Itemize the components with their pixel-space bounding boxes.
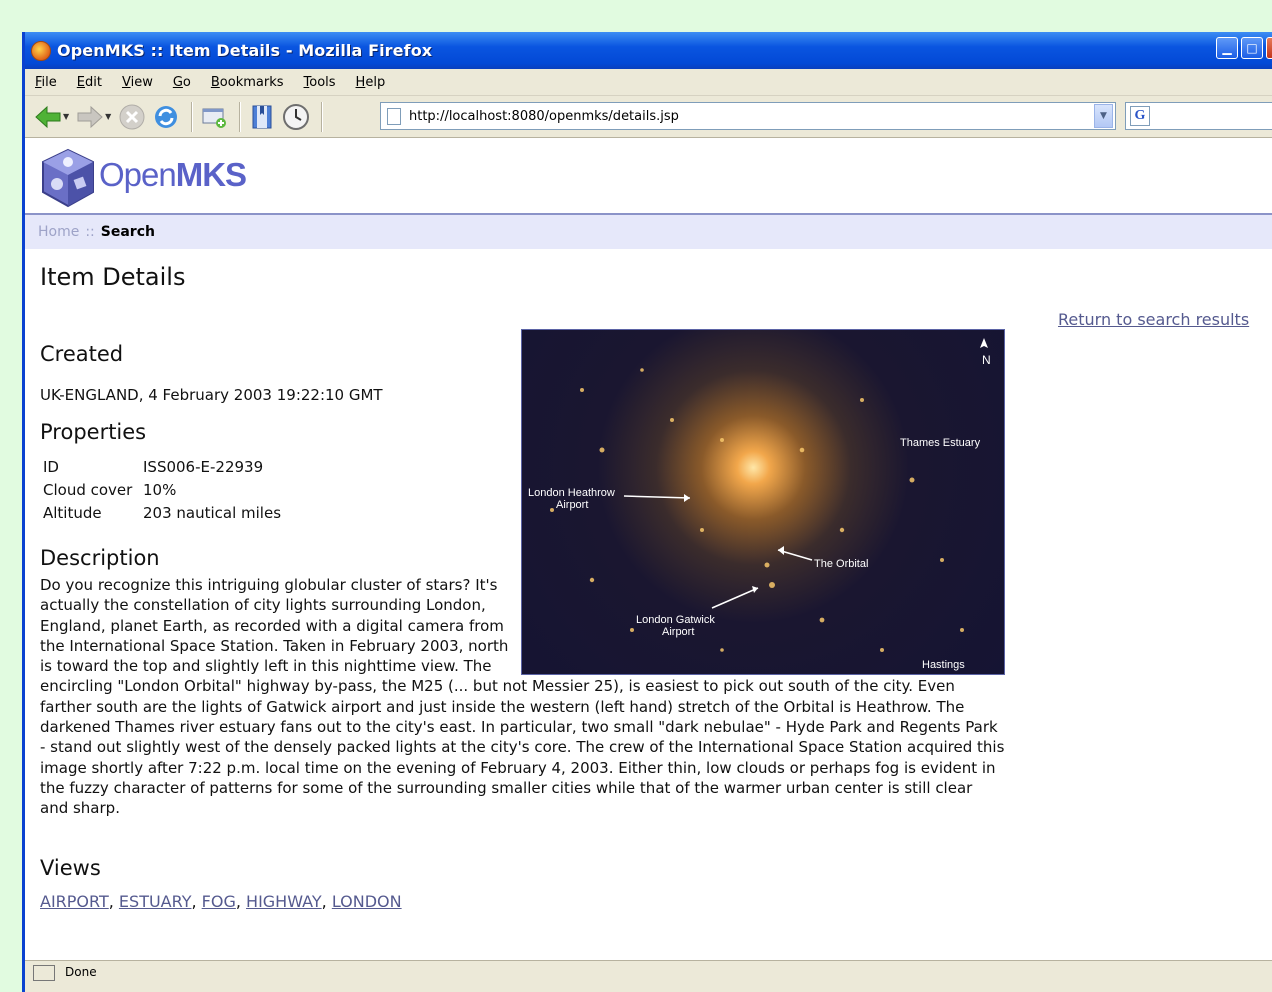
menu-tools[interactable]: Tools <box>304 75 336 90</box>
menu-bar: File Edit View Go Bookmarks Tools Help <box>25 69 1272 96</box>
photo-arrow <box>623 495 691 499</box>
back-button[interactable] <box>33 102 63 132</box>
photo-arrow-head <box>778 546 784 555</box>
london-night-photo: N Thames Estuary London Heathrow Airport… <box>521 329 1005 675</box>
site-logo[interactable]: OpenMKS <box>99 156 247 194</box>
minimize-button[interactable]: ▁ <box>1216 37 1238 59</box>
menu-file[interactable]: File <box>35 75 57 90</box>
table-row: Altitude 203 nautical miles <box>41 503 283 526</box>
photo-label-estuary: Thames Estuary <box>900 437 981 449</box>
description-block: N Thames Estuary London Heathrow Airport… <box>40 329 1005 819</box>
openmks-cube-logo-icon <box>42 148 94 208</box>
site-header: OpenMKS <box>25 138 1272 215</box>
toolbar-separator <box>321 101 324 132</box>
table-row: Cloud cover 10% <box>41 480 283 503</box>
forward-arrow-icon <box>77 105 103 128</box>
property-value: ISS006-E-22939 <box>143 458 264 476</box>
properties-table: ID ISS006-E-22939 Cloud cover 10% Altitude… <box>41 457 283 526</box>
google-search-icon[interactable]: G <box>1130 106 1150 126</box>
browser-window: OpenMKS :: Item Details - Mozilla Firefo… <box>22 32 1272 992</box>
view-link-highway[interactable]: HIGHWAY <box>246 892 322 911</box>
close-button[interactable]: ✕ <box>1266 37 1272 59</box>
property-key: Altitude <box>43 504 102 522</box>
new-window-icon <box>202 108 227 128</box>
created-value: UK-ENGLAND, 4 February 2003 19:22:10 GMT <box>40 386 383 404</box>
page-title: Item Details <box>40 263 186 291</box>
property-value: 203 nautical miles <box>143 504 282 522</box>
history-clock-icon <box>283 103 310 130</box>
window-controls: ▁ □ ✕ <box>1216 37 1272 59</box>
photo-label-north: N <box>982 353 991 367</box>
breadcrumb: Home :: Search <box>25 215 1272 249</box>
photo-arrow-head <box>684 494 690 502</box>
forward-button[interactable] <box>75 102 105 132</box>
property-value: 10% <box>143 481 177 499</box>
photo-label-hastings: Hastings <box>922 659 965 671</box>
back-arrow-icon <box>35 105 61 128</box>
url-input[interactable]: http://localhost:8080/openmks/details.js… <box>409 109 1094 124</box>
property-key: ID <box>43 458 59 476</box>
property-key: Cloud cover <box>43 481 133 499</box>
return-to-results-link[interactable]: Return to search results <box>1058 310 1249 329</box>
firefox-icon <box>31 40 51 61</box>
menu-bookmarks[interactable]: Bookmarks <box>211 75 284 90</box>
bookmarks-button[interactable] <box>247 102 277 132</box>
new-tab-button[interactable] <box>199 102 229 132</box>
page-icon <box>387 107 401 125</box>
title-bar[interactable]: OpenMKS :: Item Details - Mozilla Firefo… <box>25 32 1272 69</box>
menu-edit[interactable]: Edit <box>77 75 102 90</box>
photo-label-heathrow-2: Airport <box>556 499 588 511</box>
photo-label-orbital: The Orbital <box>814 558 868 570</box>
photo-label-gatwick-1: London Gatwick <box>636 614 715 626</box>
photo-label-heathrow-1: London Heathrow <box>528 487 615 499</box>
views-list: AIRPORT, ESTUARY, FOG, HIGHWAY, LONDON <box>40 892 402 911</box>
bookmarks-icon <box>252 105 272 128</box>
properties-heading: Properties <box>40 420 147 444</box>
view-link-estuary[interactable]: ESTUARY <box>119 892 192 911</box>
description-heading: Description <box>40 546 160 570</box>
photo-arrow <box>711 587 759 609</box>
search-box[interactable]: G <box>1125 102 1272 130</box>
view-link-london[interactable]: LONDON <box>332 892 402 911</box>
menu-help[interactable]: Help <box>356 75 386 90</box>
north-arrow-icon <box>980 338 988 348</box>
photo-label-gatwick-2: Airport <box>662 626 694 638</box>
created-heading: Created <box>40 342 124 366</box>
breadcrumb-home-link[interactable]: Home <box>38 224 79 240</box>
menu-view[interactable]: View <box>122 75 153 90</box>
status-bar: Done <box>25 960 1272 992</box>
stop-button[interactable] <box>117 102 147 132</box>
window-title: OpenMKS :: Item Details - Mozilla Firefo… <box>57 41 433 60</box>
stop-icon <box>119 104 145 129</box>
navigation-toolbar: ▼ ▼ http://localhost:8080/openmks/detail… <box>25 96 1272 138</box>
back-dropdown-icon[interactable]: ▼ <box>63 112 69 121</box>
page-content: OpenMKS Home :: Search Item Details Retu… <box>25 138 1272 960</box>
views-heading: Views <box>40 856 101 880</box>
photo-annotations: N Thames Estuary London Heathrow Airport… <box>528 338 991 671</box>
view-link-airport[interactable]: AIRPORT <box>40 892 109 911</box>
breadcrumb-separator: :: <box>85 224 95 240</box>
breadcrumb-current: Search <box>100 224 155 240</box>
reload-button[interactable] <box>151 102 181 132</box>
view-link-fog[interactable]: FOG <box>202 892 236 911</box>
history-button[interactable] <box>281 102 311 132</box>
table-row: ID ISS006-E-22939 <box>41 457 283 480</box>
maximize-button[interactable]: □ <box>1241 37 1263 59</box>
address-bar[interactable]: http://localhost:8080/openmks/details.js… <box>380 102 1116 130</box>
url-dropdown-icon[interactable]: ▼ <box>1094 104 1113 128</box>
forward-dropdown-icon[interactable]: ▼ <box>105 112 111 121</box>
toolbar-separator <box>239 101 242 132</box>
menu-go[interactable]: Go <box>173 75 191 90</box>
toolbar-separator <box>191 101 194 132</box>
reload-icon <box>155 105 178 128</box>
